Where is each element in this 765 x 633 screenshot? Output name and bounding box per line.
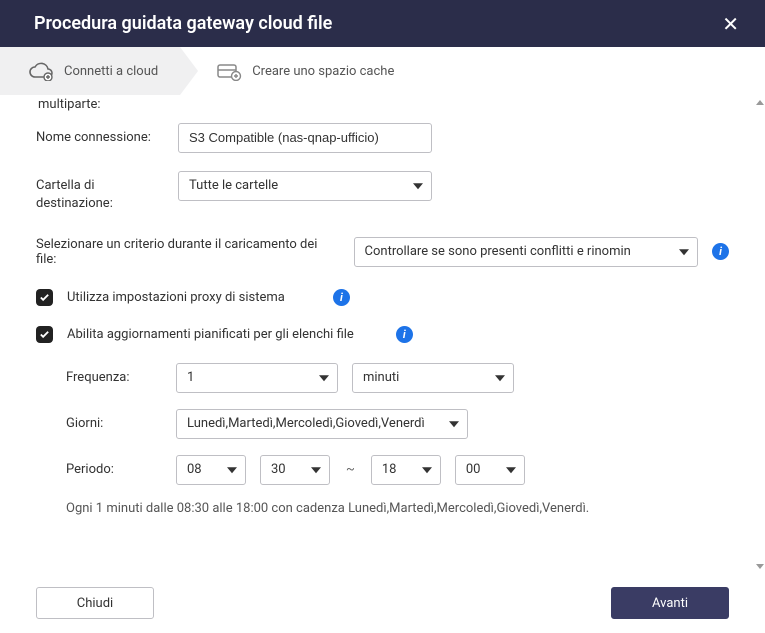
scrollbar[interactable] <box>757 100 763 569</box>
frequency-value-select[interactable]: 1 <box>176 363 338 393</box>
row-proxy: Utilizza impostazioni proxy di sistema i <box>36 289 729 306</box>
wizard-steps: Connetti a cloud Creare uno spazio cache <box>0 47 765 95</box>
period-to-hour: 18 <box>382 462 397 477</box>
period-from-hour-select[interactable]: 08 <box>176 455 246 485</box>
period-from-hour: 08 <box>187 462 202 477</box>
dest-folder-label: Cartella di destinazione: <box>36 171 166 213</box>
chevron-down-icon <box>413 183 423 189</box>
dialog-title: Procedura guidata gateway cloud file <box>34 13 332 34</box>
connection-name-label: Nome connessione: <box>36 123 166 147</box>
scroll-up-icon <box>756 100 764 105</box>
close-icon[interactable]: ✕ <box>714 8 747 40</box>
step-connect-cloud[interactable]: Connetti a cloud <box>0 47 180 95</box>
row-frequency: Frequenza: 1 minuti <box>66 363 729 393</box>
title-bar: Procedura guidata gateway cloud file ✕ <box>0 0 765 47</box>
row-days: Giorni: Lunedì,Martedì,Mercoledì,Giovedì… <box>66 409 729 439</box>
days-select[interactable]: Lunedì,Martedì,Mercoledì,Giovedì,Venerdì <box>176 409 468 439</box>
dialog-footer: Chiudi Avanti <box>0 573 765 633</box>
chevron-down-icon <box>679 249 689 255</box>
close-button[interactable]: Chiudi <box>36 587 154 619</box>
info-icon[interactable]: i <box>396 326 413 343</box>
step-label: Creare uno spazio cache <box>252 64 394 79</box>
truncated-prev-label: multiparte: <box>36 95 729 115</box>
row-dest-folder: Cartella di destinazione: Tutte le carte… <box>36 171 729 213</box>
proxy-checkbox[interactable] <box>36 289 53 306</box>
scheduled-label: Abilita aggiornamenti pianificati per gl… <box>67 327 354 342</box>
chevron-down-icon <box>449 421 459 427</box>
frequency-value: 1 <box>187 370 194 385</box>
schedule-block: Frequenza: 1 minuti Giorni: Lunedì,Marte… <box>66 363 729 485</box>
period-separator: ~ <box>346 462 355 477</box>
dest-folder-value: Tutte le cartelle <box>189 178 278 193</box>
proxy-label: Utilizza impostazioni proxy di sistema <box>67 290 285 305</box>
period-from-min-select[interactable]: 30 <box>260 455 330 485</box>
step-label: Connetti a cloud <box>64 64 158 79</box>
chevron-down-icon <box>495 375 505 381</box>
days-value: Lunedì,Martedì,Mercoledì,Giovedì,Venerdì <box>187 416 425 431</box>
chevron-down-icon <box>506 467 516 473</box>
chevron-down-icon <box>311 467 321 473</box>
info-icon[interactable]: i <box>712 243 729 260</box>
next-button[interactable]: Avanti <box>611 587 729 619</box>
row-period: Periodo: 08 30 ~ 18 00 <box>66 455 729 485</box>
info-icon[interactable]: i <box>333 289 350 306</box>
step-create-cache[interactable]: Creare uno spazio cache <box>180 47 416 95</box>
period-label: Periodo: <box>66 462 162 477</box>
row-connection-name: Nome connessione: <box>36 123 729 153</box>
scroll-down-icon <box>756 564 764 569</box>
chevron-down-icon <box>422 467 432 473</box>
connection-name-input[interactable] <box>178 123 432 153</box>
chevron-down-icon <box>319 375 329 381</box>
row-upload-policy: Selezionare un criterio durante il caric… <box>36 237 729 267</box>
upload-policy-label: Selezionare un criterio durante il caric… <box>36 237 340 267</box>
upload-policy-value: Controllare se sono presenti conflitti e… <box>365 244 631 259</box>
schedule-summary: Ogni 1 minuti dalle 08:30 alle 18:00 con… <box>66 501 729 516</box>
upload-policy-select[interactable]: Controllare se sono presenti conflitti e… <box>354 237 698 267</box>
period-from-min: 30 <box>271 462 286 477</box>
dest-folder-select[interactable]: Tutte le cartelle <box>178 171 432 201</box>
period-to-min-select[interactable]: 00 <box>455 455 525 485</box>
period-to-hour-select[interactable]: 18 <box>371 455 441 485</box>
dialog-content: multiparte: Nome connessione: Cartella d… <box>0 95 765 573</box>
cache-icon <box>216 61 242 81</box>
frequency-unit: minuti <box>363 370 399 385</box>
chevron-down-icon <box>227 467 237 473</box>
row-scheduled: Abilita aggiornamenti pianificati per gl… <box>36 326 729 343</box>
frequency-unit-select[interactable]: minuti <box>352 363 514 393</box>
period-to-min: 00 <box>466 462 481 477</box>
scheduled-checkbox[interactable] <box>36 326 53 343</box>
cloud-icon <box>28 61 54 81</box>
frequency-label: Frequenza: <box>66 370 162 385</box>
days-label: Giorni: <box>66 416 162 431</box>
